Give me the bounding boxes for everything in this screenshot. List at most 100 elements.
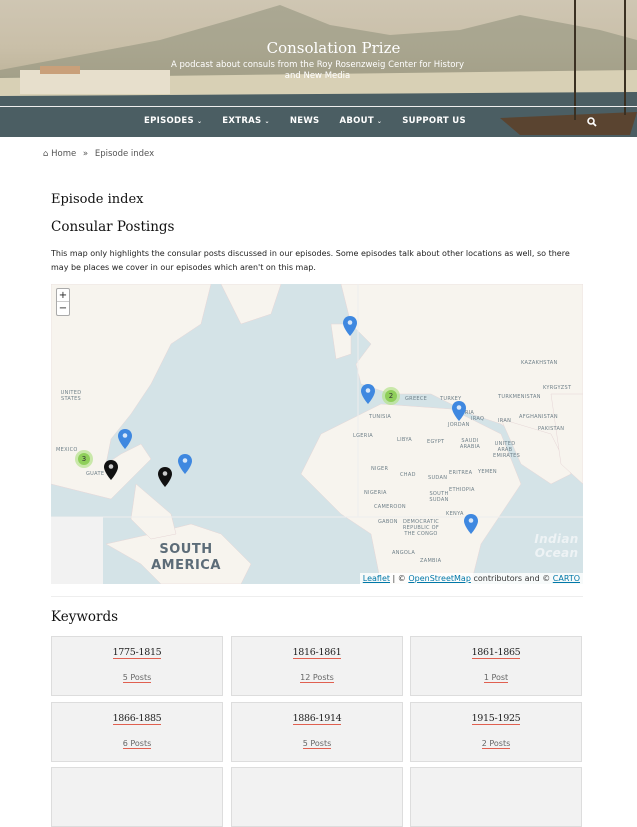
- cluster-count: 3: [78, 453, 90, 465]
- zoom-out-button[interactable]: −: [59, 303, 67, 314]
- keyword-count[interactable]: 6 Posts: [122, 739, 152, 749]
- site-title[interactable]: Consolation Prize: [0, 39, 637, 57]
- nav-episodes[interactable]: EPISODES ⌄: [144, 116, 202, 126]
- keyword-card[interactable]: [231, 767, 403, 827]
- search-icon[interactable]: [587, 117, 597, 127]
- carto-link[interactable]: CARTO: [553, 574, 580, 583]
- map-label-continent: SOUTH AMERICA: [151, 542, 221, 573]
- intro-text: This map only highlights the consular po…: [51, 249, 570, 272]
- map-label: MEXICO: [56, 447, 78, 453]
- consular-postings-map[interactable]: + − UNITED STATES MEXICO GUATE KAZAKHSTA…: [51, 284, 583, 584]
- attribution-text: | ©: [390, 574, 409, 583]
- map-label: EGYPT: [427, 439, 445, 445]
- home-icon: ⌂: [43, 149, 49, 159]
- map-label: TURKMENISTAN: [498, 394, 541, 400]
- keyword-link[interactable]: 1861-1865: [471, 647, 521, 659]
- nav-news[interactable]: NEWS: [290, 116, 320, 126]
- chevron-down-icon: ⌄: [264, 118, 270, 125]
- keyword-card[interactable]: [410, 767, 582, 827]
- attribution-text: contributors and ©: [470, 574, 553, 583]
- map-label: NIGER: [371, 466, 389, 472]
- map-label: CAMEROON: [374, 504, 406, 510]
- leaflet-link[interactable]: Leaflet: [363, 574, 390, 583]
- map-label: CHAD: [400, 472, 416, 478]
- map-attribution: Leaflet | © OpenStreetMap contributors a…: [359, 573, 583, 584]
- map-label: JORDAN: [448, 422, 470, 428]
- keyword-link[interactable]: 1886-1914: [292, 713, 342, 725]
- chevron-down-icon: ⌄: [376, 118, 383, 125]
- nav-label: ABOUT: [339, 116, 374, 126]
- map-marker-blue[interactable]: [464, 514, 478, 534]
- map-label: IRAQ: [471, 416, 485, 422]
- map-label: DEMOCRATIC REPUBLIC OF THE CONGO: [402, 519, 440, 537]
- marker-cluster[interactable]: 2: [382, 387, 400, 405]
- divider: [51, 596, 583, 597]
- keyword-card[interactable]: 1915-1925 2 Posts: [410, 702, 582, 762]
- zoom-control: + −: [56, 288, 70, 316]
- map-label: AFGHANISTAN: [519, 414, 558, 420]
- keyword-count[interactable]: 12 Posts: [300, 673, 334, 683]
- nav-divider: [0, 106, 637, 107]
- keyword-link[interactable]: 1775-1815: [112, 647, 162, 659]
- keyword-count[interactable]: 1 Post: [483, 673, 509, 683]
- keyword-link[interactable]: 1866-1885: [112, 713, 162, 725]
- main-nav: EPISODES ⌄ EXTRAS ⌄ NEWS ABOUT ⌄ SUPPORT US: [144, 116, 466, 126]
- map-label: SOUTH SUDAN: [429, 491, 449, 503]
- keyword-card[interactable]: 1816-1861 12 Posts: [231, 636, 403, 696]
- breadcrumb-separator: »: [82, 149, 89, 159]
- map-marker-black[interactable]: [104, 460, 118, 480]
- map-label: LGERIA: [353, 433, 373, 439]
- map-marker-blue[interactable]: [343, 316, 357, 336]
- map-marker-black[interactable]: [158, 467, 172, 487]
- map-label: ANGOLA: [392, 550, 416, 556]
- openstreetmap-link[interactable]: OpenStreetMap: [408, 574, 471, 583]
- keyword-card[interactable]: 1861-1865 1 Post: [410, 636, 582, 696]
- map-label: ETHIOPIA: [449, 487, 475, 493]
- map-label: SAUDI ARABIA: [459, 438, 481, 450]
- map-label: PAKISTAN: [538, 426, 565, 432]
- map-label: GUATE: [86, 471, 105, 477]
- keyword-count[interactable]: 2 Posts: [481, 739, 511, 749]
- map-label: LIBYA: [397, 437, 413, 443]
- keyword-link[interactable]: 1915-1925: [471, 713, 521, 725]
- map-label: YEMEN: [478, 469, 497, 475]
- map-label: GREECE: [405, 396, 428, 402]
- nav-label: EXTRAS: [222, 116, 262, 126]
- map-label: TUNISIA: [369, 414, 392, 420]
- map-marker-blue[interactable]: [452, 401, 466, 421]
- cluster-count: 2: [385, 390, 397, 402]
- breadcrumb-current: Episode index: [94, 149, 155, 159]
- map-label: UNITED STATES: [60, 390, 82, 402]
- keyword-count[interactable]: 5 Posts: [302, 739, 332, 749]
- map-label: ERITREA: [449, 470, 473, 476]
- map-marker-blue[interactable]: [178, 454, 192, 474]
- keyword-card[interactable]: 1775-1815 5 Posts: [51, 636, 223, 696]
- nav-label: EPISODES: [144, 116, 194, 126]
- map-marker-blue[interactable]: [361, 384, 375, 404]
- keyword-link[interactable]: 1816-1861: [292, 647, 342, 659]
- map-label: KENYA: [446, 511, 464, 517]
- keyword-count[interactable]: 5 Posts: [122, 673, 152, 683]
- page-title: Episode index: [51, 192, 144, 207]
- breadcrumb: ⌂ Home » Episode index: [43, 149, 154, 159]
- breadcrumb-home[interactable]: Home: [51, 149, 76, 159]
- map-marker-blue[interactable]: [118, 429, 132, 449]
- map-label: SUDAN: [428, 475, 448, 481]
- section-title: Consular Postings: [51, 219, 175, 235]
- marker-cluster[interactable]: 3: [75, 450, 93, 468]
- nav-about[interactable]: ABOUT ⌄: [339, 116, 382, 126]
- keyword-card[interactable]: 1866-1885 6 Posts: [51, 702, 223, 762]
- keywords-title: Keywords: [51, 609, 119, 625]
- keyword-card[interactable]: 1886-1914 5 Posts: [231, 702, 403, 762]
- keyword-card[interactable]: [51, 767, 223, 827]
- map-label: KAZAKHSTAN: [521, 360, 558, 366]
- nav-extras[interactable]: EXTRAS ⌄: [222, 116, 270, 126]
- zoom-in-button[interactable]: +: [57, 289, 69, 302]
- site-tagline: A podcast about consuls from the Roy Ros…: [170, 60, 465, 81]
- map-label-ocean: Indian Ocean: [534, 532, 579, 560]
- header-banner: Consolation Prize A podcast about consul…: [0, 0, 637, 137]
- nav-support-us[interactable]: SUPPORT US: [402, 116, 466, 126]
- map-label: ZAMBIA: [420, 558, 442, 564]
- map-label: IRAN: [498, 418, 512, 424]
- map-label: KYRGYZST: [543, 385, 572, 391]
